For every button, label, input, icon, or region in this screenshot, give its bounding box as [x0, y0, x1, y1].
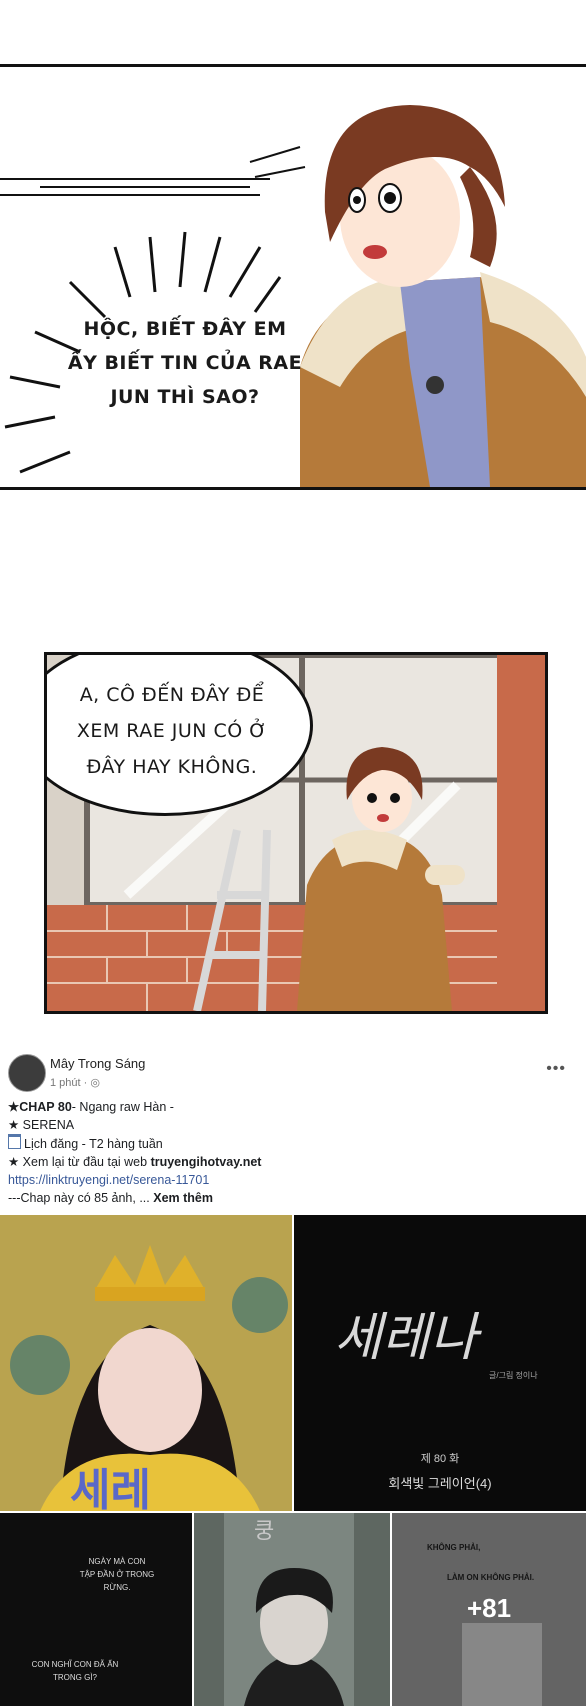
speech-line: ĐÂY HAY KHÔNG.	[86, 756, 258, 778]
chapter-label: ★CHAP 80	[8, 1100, 72, 1114]
comic-panel-1: HỘC, BIẾT ĐÂY EM ẤY BIẾT TIN CỦA RAE JUN…	[0, 64, 586, 490]
more-count[interactable]: +81	[392, 1593, 586, 1624]
post-line-1: ★CHAP 80- Ngang raw Hàn -	[8, 1098, 578, 1116]
avatar[interactable]	[8, 1054, 46, 1092]
bubble-line: RỪNG.	[103, 1583, 131, 1592]
post-author[interactable]: Mây Trong Sáng	[50, 1056, 145, 1071]
more-dots-icon[interactable]: •••	[546, 1060, 566, 1078]
speech-line: JUN THÌ SAO?	[110, 386, 260, 408]
cover-art: 세레	[0, 1215, 292, 1511]
gallery-image-title[interactable]: 세레나 글/그림 정이나 제 80 화 회색빛 그레이언(4)	[294, 1215, 586, 1511]
speech-line: XEM RAE JUN CÓ Ở	[76, 720, 268, 742]
post-line-4: ★ Xem lại từ đầu tại web truyengihotvay.…	[8, 1153, 578, 1171]
korean-title: 세레나	[334, 1308, 478, 1368]
post-link[interactable]: https://linktruyengi.net/serena-11701	[8, 1171, 578, 1189]
bubble-line: TẬP ĐẦN Ở TRONG	[79, 1570, 155, 1579]
bubble-line: NGÀY MÀ CON	[88, 1557, 146, 1566]
comic-panel-2: A, CÔ ĐẾN ĐÂY ĐỂ XEM RAE JUN CÓ Ở ĐÂY HA…	[44, 652, 548, 1014]
raw-label: - Ngang raw Hàn -	[71, 1100, 174, 1114]
calendar-icon	[8, 1134, 21, 1149]
image-count-text: ---Chap này có 85 ảnh, ...	[8, 1191, 150, 1205]
post-body: ★CHAP 80- Ngang raw Hàn - ★ SERENA Lịch …	[8, 1098, 578, 1207]
schedule-text: Lịch đăng - T2 hàng tuần	[24, 1137, 163, 1151]
dialog-bubble-b: CON NGHĨ CON ĐÃ ẨN TRONG GÌ?	[10, 1658, 140, 1684]
title-credit: 글/그림 정이나	[489, 1371, 538, 1380]
panel-1-art	[0, 105, 586, 487]
episode-title: 회색빛 그레이언(4)	[388, 1476, 492, 1491]
bubble-line: CON NGHĨ CON ĐÃ ẨN	[31, 1660, 119, 1669]
post-line-2: ★ SERENA	[8, 1118, 75, 1132]
website-name: truyengihotvay.net	[150, 1155, 262, 1169]
post-time-text: 1 phút ·	[50, 1077, 88, 1089]
dialog-bubble-a: NGÀY MÀ CON TẬP ĐẦN Ở TRONG RỪNG.	[42, 1555, 192, 1594]
gallery-image-character[interactable]: 쿵	[194, 1513, 390, 1706]
speech-bubble-2: A, CÔ ĐẾN ĐÂY ĐỂ XEM RAE JUN CÓ Ở ĐÂY HA…	[47, 677, 297, 785]
post-line-3: Lịch đăng - T2 hàng tuần	[8, 1134, 578, 1153]
gallery-image-more[interactable]: KHÔNG PHẢI, LÀM ON KHÔNG PHẢI. +81	[392, 1513, 586, 1706]
see-more-link[interactable]: Xem thêm	[153, 1191, 213, 1205]
speech-line: ẤY BIẾT TIN CỦA RAE	[67, 352, 303, 374]
episode-number: 제 80 화	[420, 1453, 460, 1465]
reread-text: ★ Xem lại từ đầu tại web	[8, 1155, 151, 1169]
gallery-image-dialog[interactable]: NGÀY MÀ CON TẬP ĐẦN Ở TRONG RỪNG. CON NG…	[0, 1513, 192, 1706]
speech-line: A, CÔ ĐẾN ĐÂY ĐỂ	[79, 684, 265, 706]
gallery-image-cover[interactable]: 세레	[0, 1215, 292, 1511]
globe-icon: ◎	[90, 1077, 100, 1089]
speech-bubble-1: HỘC, BIẾT ĐÂY EM ẤY BIẾT TIN CỦA RAE JUN…	[65, 312, 305, 414]
post-line-6: ---Chap này có 85 ảnh, ... Xem thêm	[8, 1189, 578, 1207]
bubble-line: TRONG GÌ?	[52, 1673, 97, 1682]
post-time: 1 phút · ◎	[50, 1076, 100, 1089]
cover-title-art: 세레	[70, 1465, 151, 1511]
sfx-text: 쿵	[254, 1519, 274, 1544]
character-art: 쿵	[194, 1513, 390, 1706]
speech-line: HỘC, BIẾT ĐÂY EM	[83, 318, 287, 340]
